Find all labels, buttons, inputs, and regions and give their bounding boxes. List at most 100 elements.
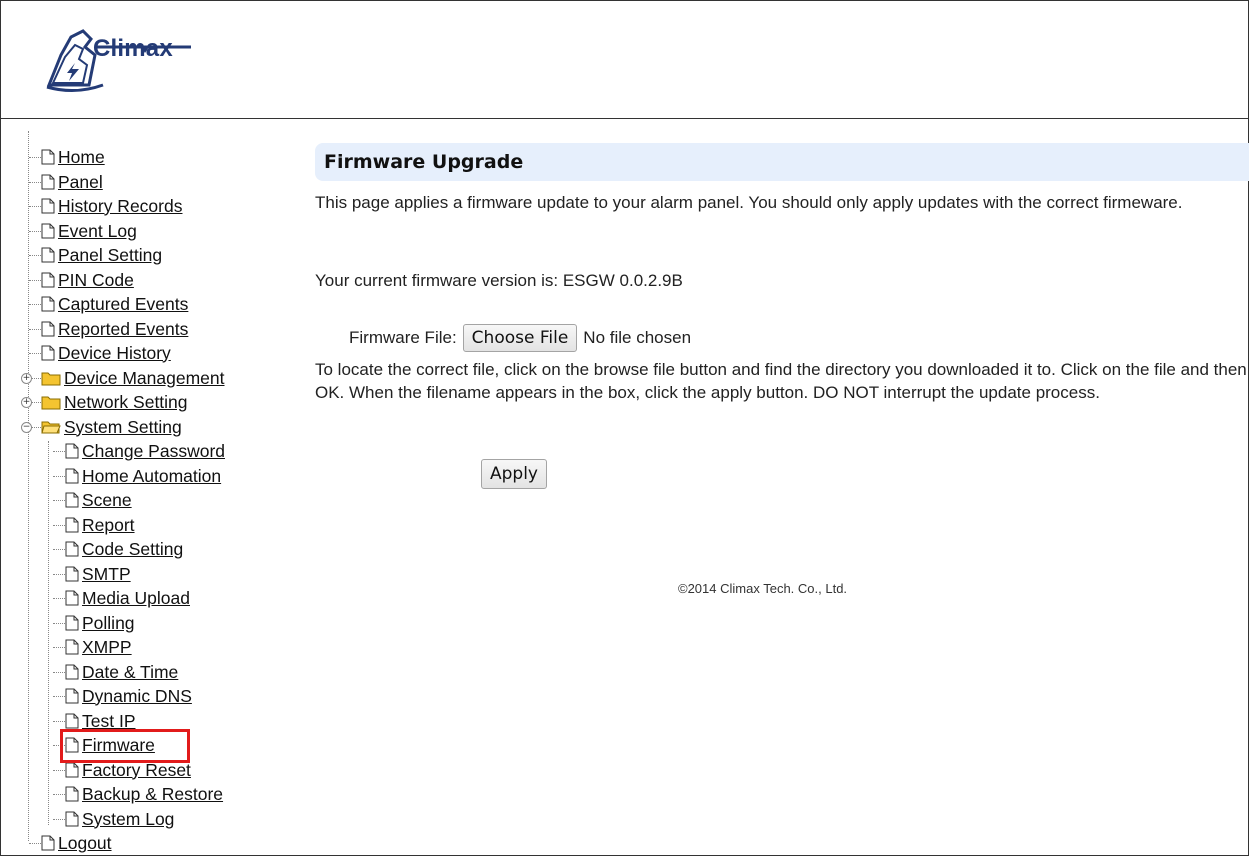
tree-line	[29, 280, 41, 281]
tree-line	[53, 476, 65, 477]
sidebar-item-logout[interactable]: Logout	[41, 831, 112, 855]
firmware-highlight-box	[60, 729, 190, 763]
no-file-chosen-text: No file chosen	[583, 328, 692, 347]
choose-file-button[interactable]: Choose File	[462, 324, 578, 352]
apply-button[interactable]: Apply	[481, 459, 547, 489]
sidebar-item-event-log[interactable]: Event Log	[41, 219, 137, 243]
sidebar-item-panel-label: Panel	[58, 171, 103, 192]
page-icon	[41, 198, 55, 214]
header: Climax	[1, 1, 1248, 119]
sidebar-item-scene-label: Scene	[82, 489, 132, 510]
folder-icon	[41, 372, 61, 386]
sidebar-item-scene[interactable]: Scene	[65, 488, 132, 512]
sidebar-item-captured-events[interactable]: Captured Events	[41, 292, 188, 316]
page-icon	[65, 517, 79, 533]
tree-line	[53, 525, 65, 526]
expand-icon[interactable]: +	[21, 397, 32, 408]
sidebar-item-network-setting-label: Network Setting	[64, 391, 188, 412]
tree-line	[29, 843, 41, 844]
sidebar-item-polling-label: Polling	[82, 612, 135, 633]
tree-line	[53, 672, 65, 673]
sidebar-item-device-management[interactable]: Device Management	[41, 366, 225, 390]
tree-line	[29, 304, 41, 305]
page-icon	[41, 835, 55, 851]
tree-line	[48, 441, 49, 825]
sidebar-item-change-password[interactable]: Change Password	[65, 439, 225, 463]
tree-line	[53, 598, 65, 599]
sidebar-item-history-records[interactable]: History Records	[41, 194, 182, 218]
tree-line	[29, 255, 41, 256]
page-icon	[65, 688, 79, 704]
sidebar-item-reported-events[interactable]: Reported Events	[41, 317, 188, 341]
sidebar-item-network-setting[interactable]: Network Setting	[41, 390, 188, 414]
folder-icon	[41, 396, 61, 410]
firmware-file-row: Firmware File: Choose File No file chose…	[349, 324, 691, 352]
page-icon	[41, 223, 55, 239]
main-content: Firmware Upgrade This page applies a fir…	[301, 119, 1249, 855]
sidebar-item-reported-events-label: Reported Events	[58, 318, 189, 339]
sidebar-item-system-log[interactable]: System Log	[65, 807, 174, 831]
help-text: To locate the correct file, click on the…	[315, 360, 1247, 402]
sidebar-item-polling[interactable]: Polling	[65, 611, 135, 635]
page-icon	[65, 492, 79, 508]
sidebar-item-media-upload-label: Media Upload	[82, 587, 190, 608]
sidebar-item-dynamic-dns[interactable]: Dynamic DNS	[65, 684, 192, 708]
tree-line	[53, 696, 65, 697]
sidebar-item-home-automation-label: Home Automation	[82, 465, 222, 486]
tree-line	[29, 231, 41, 232]
intro-text: This page applies a firmware update to y…	[315, 193, 1183, 212]
browser-frame: Climax Home Panel History Records Event Log…	[0, 0, 1249, 856]
sidebar-item-panel[interactable]: Panel	[41, 170, 103, 194]
collapse-icon[interactable]: −	[21, 422, 32, 433]
sidebar-item-code-setting[interactable]: Code Setting	[65, 537, 183, 561]
sidebar-item-xmpp[interactable]: XMPP	[65, 635, 132, 659]
page-icon	[65, 566, 79, 582]
sidebar-item-home[interactable]: Home	[41, 145, 105, 169]
sidebar-item-panel-setting[interactable]: Panel Setting	[41, 243, 162, 267]
sidebar-item-smtp-label: SMTP	[82, 563, 131, 584]
sidebar-item-home-automation[interactable]: Home Automation	[65, 464, 221, 488]
page-icon	[41, 247, 55, 263]
tree-line	[53, 574, 65, 575]
page-icon	[41, 321, 55, 337]
sidebar-item-backup-and-restore[interactable]: Backup & Restore	[65, 782, 223, 806]
page-icon	[65, 541, 79, 557]
sidebar-item-date-and-time-label: Date & Time	[82, 661, 179, 682]
sidebar-item-media-upload[interactable]: Media Upload	[65, 586, 190, 610]
tree-line	[29, 157, 41, 158]
folder-open-icon	[41, 421, 61, 434]
sidebar-item-device-history[interactable]: Device History	[41, 341, 171, 365]
sidebar-item-event-log-label: Event Log	[58, 220, 137, 241]
page-icon	[41, 272, 55, 288]
sidebar-item-device-management-label: Device Management	[64, 367, 225, 388]
sidebar-item-history-records-label: History Records	[58, 195, 183, 216]
page-icon	[41, 149, 55, 165]
sidebar-item-date-and-time[interactable]: Date & Time	[65, 660, 178, 684]
tree-line	[53, 623, 65, 624]
tree-line	[29, 206, 41, 207]
sidebar-item-code-setting-label: Code Setting	[82, 538, 184, 559]
tree-line	[53, 500, 65, 501]
tree-line	[28, 131, 29, 841]
page-icon	[65, 590, 79, 606]
sidebar-item-system-setting[interactable]: System Setting	[41, 415, 182, 439]
sidebar-item-system-log-label: System Log	[82, 808, 175, 829]
sidebar-item-pin-code[interactable]: PIN Code	[41, 268, 134, 292]
sidebar-item-smtp[interactable]: SMTP	[65, 562, 131, 586]
sidebar-item-dynamic-dns-label: Dynamic DNS	[82, 685, 192, 706]
page-icon	[65, 786, 79, 802]
sidebar-item-backup-and-restore-label: Backup & Restore	[82, 783, 224, 804]
sidebar-item-report[interactable]: Report	[65, 513, 135, 537]
expand-icon[interactable]: +	[21, 373, 32, 384]
tree-line	[53, 451, 65, 452]
tree-line	[53, 549, 65, 550]
page-icon	[41, 345, 55, 361]
page-icon	[65, 468, 79, 484]
page-icon	[65, 762, 79, 778]
page-icon	[65, 443, 79, 459]
copyright-text: ©2014 Climax Tech. Co., Ltd.	[678, 581, 848, 596]
tree-line	[53, 721, 65, 722]
sidebar-item-logout-label: Logout	[58, 832, 112, 853]
firmware-file-label: Firmware File:	[349, 328, 457, 347]
page-icon	[65, 639, 79, 655]
